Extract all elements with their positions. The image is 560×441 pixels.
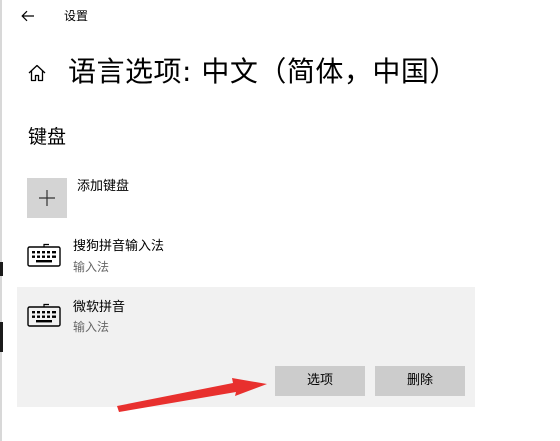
add-keyboard-label: 添加键盘 — [77, 179, 130, 194]
plus-icon — [39, 190, 55, 206]
keyboard-icon — [27, 243, 61, 267]
keyboard-icon — [27, 303, 61, 327]
home-button[interactable] — [24, 60, 50, 86]
keyboard-item-type: 输入法 — [73, 260, 110, 274]
options-button[interactable]: 选项 — [275, 366, 365, 396]
window-edge — [0, 0, 2, 441]
keyboard-item-name: 搜狗拼音输入法 — [73, 239, 165, 254]
window-edge-mark — [0, 262, 3, 276]
keyboard-item-sogou[interactable]: 搜狗拼音输入法 输入法 — [17, 232, 475, 290]
back-button[interactable] — [14, 4, 42, 28]
keyboard-item-name: 微软拼音 — [73, 300, 126, 315]
settings-window: 设置 语言选项: 中文（简体，中国） 键盘 添加键盘 搜狗拼音输入法 输入法 微… — [0, 0, 560, 441]
keyboard-item-type: 输入法 — [73, 320, 110, 334]
remove-button[interactable]: 删除 — [375, 366, 465, 396]
add-keyboard-tile[interactable] — [27, 178, 67, 218]
page-title: 语言选项: 中文（简体，中国） — [68, 55, 458, 88]
add-keyboard-button[interactable]: 添加键盘 — [27, 178, 327, 218]
section-title-keyboard: 键盘 — [28, 126, 67, 148]
app-title: 设置 — [64, 9, 89, 23]
keyboard-item-microsoft-pinyin[interactable]: 微软拼音 输入法 选项 删除 — [17, 287, 475, 407]
home-icon — [28, 64, 46, 82]
back-arrow-icon — [21, 10, 34, 22]
window-edge-mark — [0, 322, 3, 352]
